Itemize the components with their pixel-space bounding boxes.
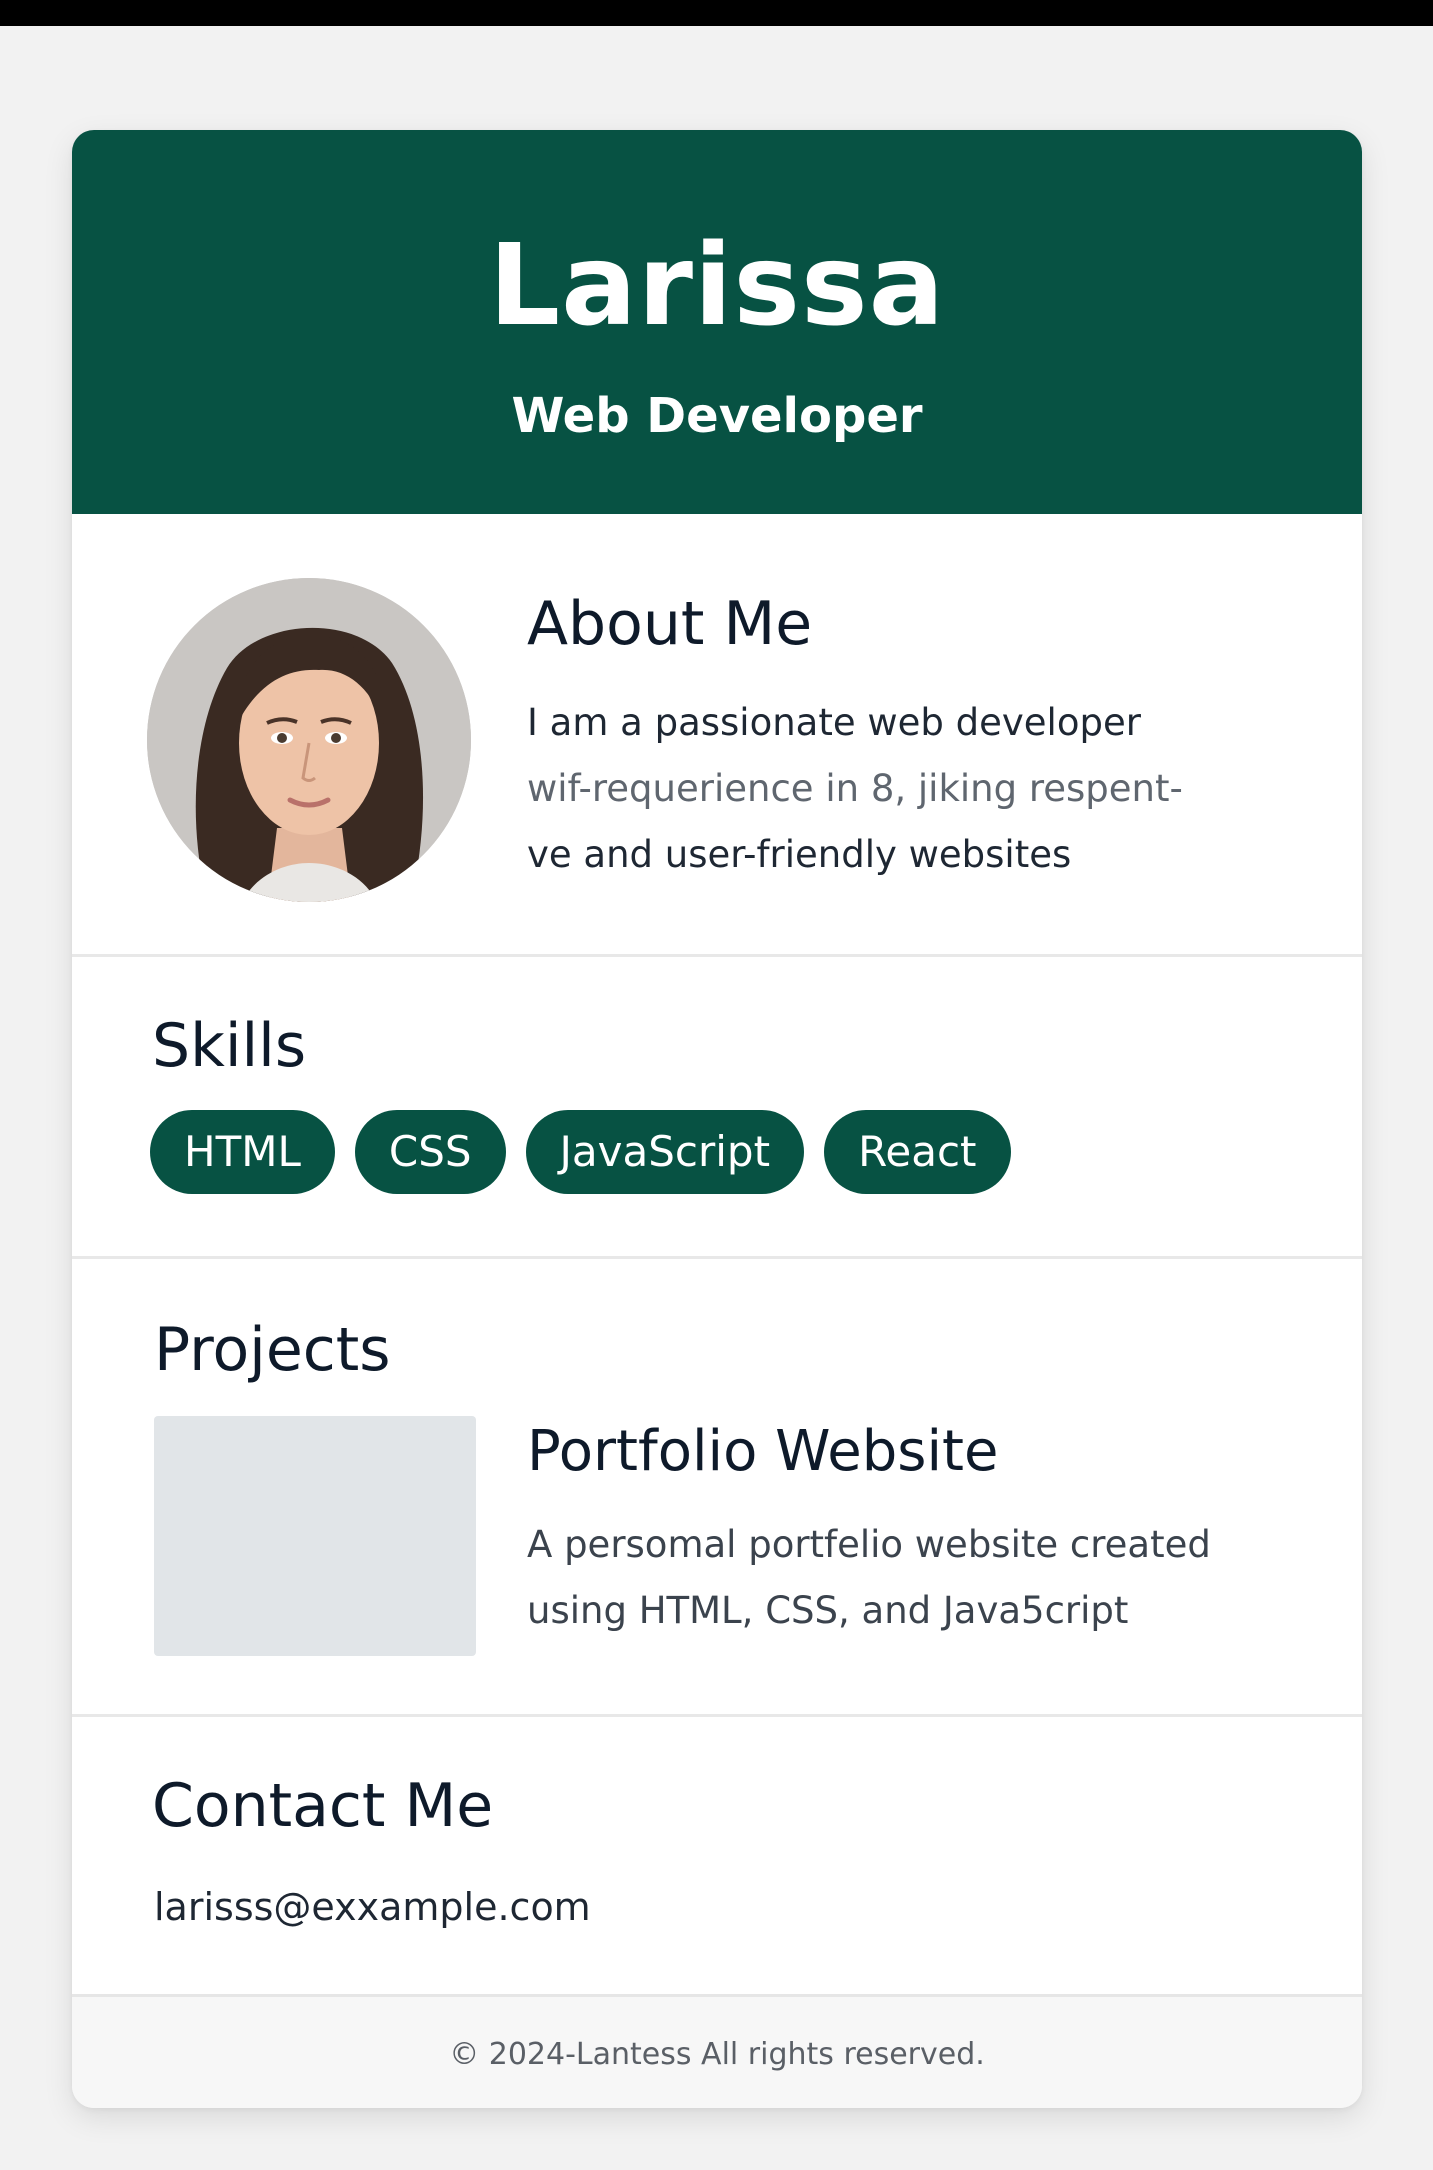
about-line: ve and user-friendly websites (527, 833, 1072, 876)
top-bar (0, 0, 1433, 26)
about-line: wif-requerience in 8, jiking respent- (527, 767, 1183, 810)
footer-copyright: © 2024-Lantess All rights reserved. (449, 2037, 985, 2072)
profile-name: Larissa (488, 221, 946, 351)
project-thumbnail[interactable] (154, 1416, 476, 1656)
about-line: I am a passionate web developer (527, 701, 1141, 744)
skill-tag-react: React (824, 1110, 1011, 1194)
section-divider (72, 954, 1362, 957)
section-divider (72, 1256, 1362, 1259)
about-title: About Me (527, 589, 813, 659)
skills-title: Skills (152, 1011, 307, 1081)
avatar (147, 578, 471, 902)
project-description-line: A persomal portfelio website created (527, 1523, 1211, 1566)
avatar-portrait-image (147, 578, 471, 902)
profile-card: Larissa Web Developer About Me I am a pa… (72, 130, 1362, 2108)
projects-title: Projects (154, 1315, 391, 1385)
contact-title: Contact Me (152, 1771, 494, 1841)
skill-tag-css: CSS (354, 1110, 506, 1194)
section-divider (72, 1714, 1362, 1717)
profile-role: Web Developer (511, 388, 923, 444)
project-description-line: using HTML, CSS, and Java5cript (527, 1589, 1129, 1632)
skill-tag-html: HTML (150, 1110, 335, 1194)
footer: © 2024-Lantess All rights reserved. (72, 1994, 1362, 2108)
skill-tag-javascript: JavaScript (525, 1110, 805, 1194)
skills-list: HTML CSS JavaScript React (150, 1110, 1011, 1194)
project-description: A persomal portfelio website created usi… (527, 1512, 1307, 1644)
about-text: I am a passionate web developer wif-requ… (527, 690, 1287, 888)
contact-email-link[interactable]: larisss@exxample.com (154, 1888, 591, 1926)
profile-header: Larissa Web Developer (72, 130, 1362, 514)
project-title[interactable]: Portfolio Website (527, 1424, 998, 1480)
